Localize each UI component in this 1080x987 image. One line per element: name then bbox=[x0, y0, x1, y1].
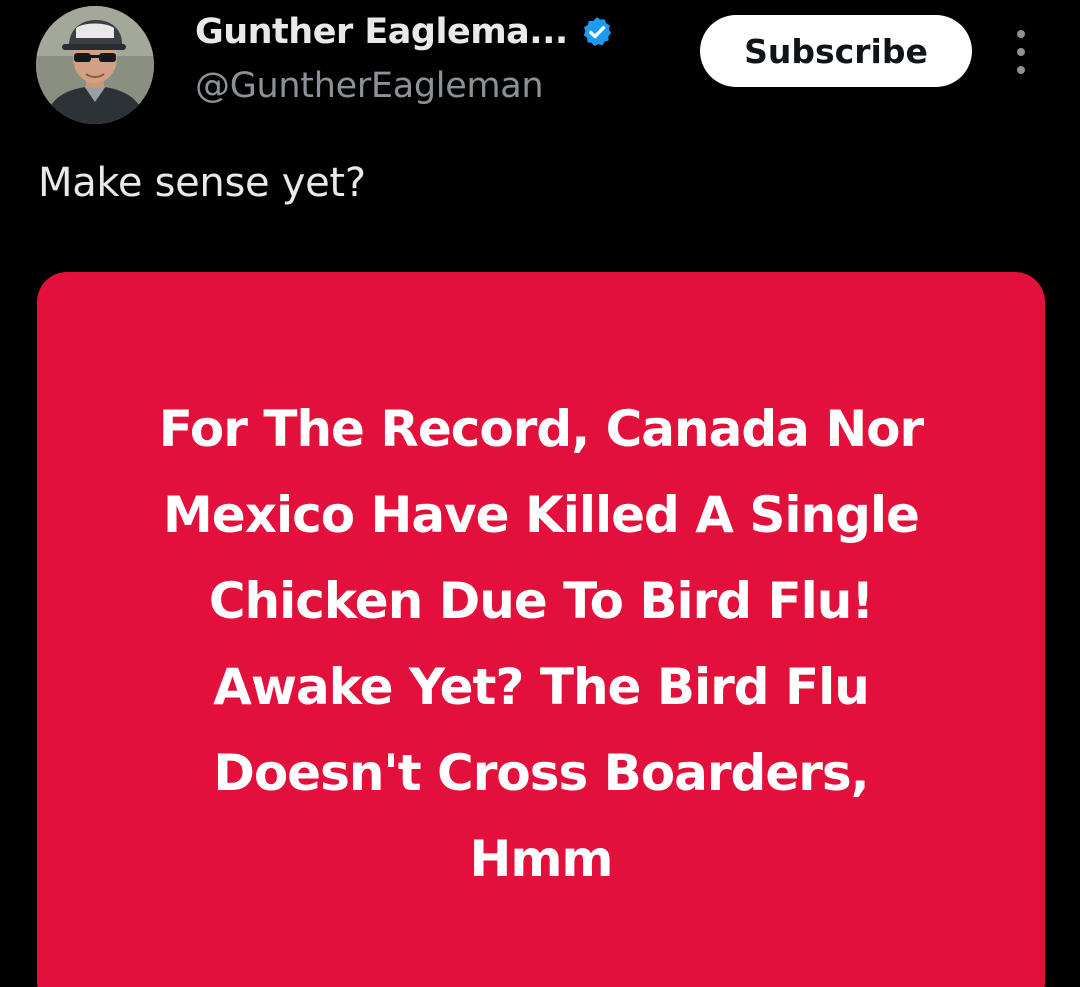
media-text-line: Awake Yet? The Bird Flu bbox=[213, 658, 870, 716]
post-card: Gunther Eaglema... @GuntherEagleman Subs… bbox=[0, 0, 1080, 987]
avatar-image bbox=[36, 6, 154, 124]
more-dot bbox=[1017, 66, 1025, 74]
media-text-line: Chicken Due To Bird Flu! bbox=[208, 572, 874, 630]
media-text-line: Doesn't Cross Boarders, bbox=[213, 744, 869, 802]
more-dot bbox=[1017, 48, 1025, 56]
media-text-line: For The Record, Canada Nor bbox=[158, 400, 924, 458]
verified-badge-icon[interactable] bbox=[580, 15, 614, 49]
post-media-image[interactable]: For The Record, Canada Nor Mexico Have K… bbox=[37, 272, 1045, 987]
media-text-line: Hmm bbox=[469, 830, 613, 888]
author-handle[interactable]: @GuntherEagleman bbox=[195, 66, 544, 106]
author-name-row: Gunther Eaglema... bbox=[195, 12, 614, 52]
subscribe-button[interactable]: Subscribe bbox=[700, 15, 972, 87]
author-avatar[interactable] bbox=[36, 6, 154, 124]
post-text: Make sense yet? bbox=[38, 160, 366, 206]
media-text-block: For The Record, Canada Nor Mexico Have K… bbox=[37, 386, 1045, 902]
more-dot bbox=[1017, 30, 1025, 38]
author-display-name[interactable]: Gunther Eaglema... bbox=[195, 12, 568, 52]
media-text-line: Mexico Have Killed A Single bbox=[163, 486, 920, 544]
more-options-icon[interactable] bbox=[1004, 30, 1038, 74]
